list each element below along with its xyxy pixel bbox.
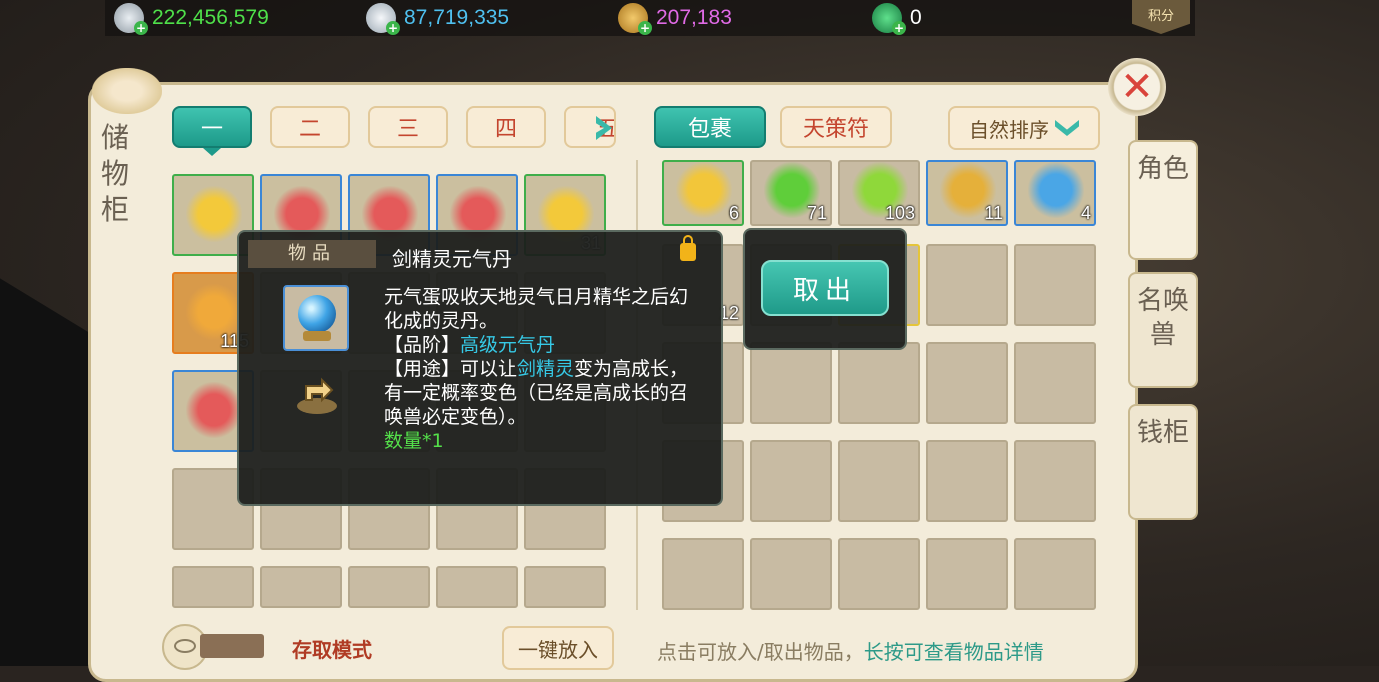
- tab-tiance-talisman[interactable]: 天策符: [780, 106, 892, 148]
- bag-slot[interactable]: [1014, 538, 1096, 610]
- item-icon-frame: [283, 285, 349, 351]
- usage-label: 【用途】可以让: [384, 358, 518, 380]
- plus-icon[interactable]: +: [638, 21, 652, 35]
- item-quantity: 4: [1080, 203, 1091, 223]
- grade-value: 高级元气丹: [460, 334, 556, 356]
- bag-slot[interactable]: [838, 538, 920, 610]
- bag-slot[interactable]: [926, 342, 1008, 424]
- close-icon: ✕: [1120, 64, 1154, 110]
- currency-value: 222,456,579: [152, 6, 269, 29]
- usage-icon: [292, 370, 342, 420]
- item-quantity: 71: [806, 203, 827, 223]
- storage-slot[interactable]: [524, 566, 606, 608]
- tooltip-desc-text: 元气蛋吸收天地灵气日月精华之后幻化成的灵丹。: [384, 286, 689, 332]
- bag-slot[interactable]: 71: [750, 160, 832, 226]
- crystal-orb-icon: [298, 295, 336, 333]
- currency-silver[interactable]: + 222,456,579: [114, 2, 269, 35]
- currency-bound-silver[interactable]: + 87,719,335: [366, 2, 510, 35]
- item-quantity: 103: [884, 203, 915, 223]
- grade-label: 【品阶】: [384, 334, 461, 356]
- tab-character[interactable]: 角色: [1128, 140, 1198, 260]
- lock-icon: [680, 235, 696, 261]
- item-quantity: 6: [728, 203, 739, 223]
- item-icon: [186, 186, 242, 242]
- mystery-card-icon: [1028, 162, 1084, 218]
- tab-summon[interactable]: 名唤兽: [1128, 272, 1198, 388]
- tooltip-usage: 【用途】可以让剑精灵变为高成长，有一定概率变色（已经是高成长的召唤兽必定变色）。: [384, 357, 704, 429]
- selected-indicator-icon: [203, 148, 221, 156]
- currency-gold[interactable]: + 207,183: [618, 2, 732, 35]
- currency-jade[interactable]: + 0: [872, 2, 922, 35]
- hint-text: 点击可放入/取出物品，长按可查看物品详情: [657, 636, 1044, 665]
- bag-slot[interactable]: 103: [838, 160, 920, 226]
- mode-toggle[interactable]: [200, 634, 264, 658]
- tab-page-3[interactable]: 三: [368, 106, 448, 148]
- bag-slot[interactable]: [1014, 342, 1096, 424]
- storage-slot[interactable]: [260, 566, 342, 608]
- tooltip-tag: 物品: [248, 240, 376, 268]
- bag-slot[interactable]: 11: [926, 160, 1008, 226]
- sort-dropdown[interactable]: 自然排序: [948, 106, 1100, 150]
- bag-slot[interactable]: [1014, 440, 1096, 522]
- tab-bag[interactable]: 包裹: [654, 106, 766, 148]
- lotus-ornament-icon: [92, 68, 162, 114]
- item-icon: [186, 382, 242, 438]
- tab-page-2[interactable]: 二: [270, 106, 350, 148]
- usage-target: 剑精灵: [517, 358, 575, 380]
- item-quantity: 11: [984, 203, 1003, 223]
- close-button[interactable]: ✕: [1108, 58, 1166, 116]
- hint-prefix: 点击可放入/取出物品，: [657, 640, 864, 664]
- bag-slot[interactable]: [750, 440, 832, 522]
- orb-stand-icon: [303, 331, 331, 341]
- tooltip-grade: 【品阶】高级元气丹: [384, 333, 704, 357]
- tooltip-description: 元气蛋吸收天地灵气日月精华之后幻化成的灵丹。 【品阶】高级元气丹 【用途】可以让…: [384, 285, 704, 453]
- jade-icon: +: [872, 3, 906, 35]
- bag-slot[interactable]: [926, 244, 1008, 326]
- bag-slot[interactable]: [750, 538, 832, 610]
- bag-slot[interactable]: [926, 538, 1008, 610]
- currency-value: 207,183: [656, 6, 732, 29]
- plus-icon[interactable]: +: [134, 21, 148, 35]
- storage-slot[interactable]: [172, 566, 254, 608]
- chevron-down-icon: [1055, 120, 1079, 136]
- tab-page-1[interactable]: 一: [172, 106, 252, 148]
- plus-icon[interactable]: +: [892, 21, 906, 35]
- storage-title: 储物柜: [100, 121, 129, 226]
- sort-label: 自然排序: [969, 117, 1049, 142]
- currency-value: 87,719,335: [404, 6, 510, 29]
- bag-slot[interactable]: [750, 342, 832, 424]
- tooltip-quantity: 数量*1: [384, 430, 444, 452]
- tab-money-cabinet[interactable]: 钱柜: [1128, 404, 1198, 520]
- silver-ingot-icon: +: [114, 3, 148, 35]
- put-all-button[interactable]: 一键放入: [502, 626, 614, 670]
- tooltip-item-name: 剑精灵元气丹: [392, 247, 512, 271]
- currency-value: 0: [910, 6, 922, 29]
- tab-page-4[interactable]: 四: [466, 106, 546, 148]
- storage-slot[interactable]: [436, 566, 518, 608]
- bag-slot[interactable]: 6: [662, 160, 744, 226]
- plus-icon[interactable]: +: [386, 21, 400, 35]
- gold-flower-icon: [676, 162, 732, 218]
- bag-slot[interactable]: [926, 440, 1008, 522]
- storage-slot[interactable]: [348, 566, 430, 608]
- bag-slot[interactable]: [838, 342, 920, 424]
- mode-label: 存取模式: [292, 638, 372, 662]
- hint-highlight: 长按可查看物品详情: [863, 640, 1044, 664]
- bag-slot[interactable]: [838, 440, 920, 522]
- gold-coin-icon: +: [618, 3, 652, 35]
- bound-silver-icon: +: [366, 3, 400, 35]
- bag-slot[interactable]: 4: [1014, 160, 1096, 226]
- bag-slot[interactable]: [662, 538, 744, 610]
- bag-slot[interactable]: [1014, 244, 1096, 326]
- take-out-button[interactable]: 取出: [761, 260, 889, 316]
